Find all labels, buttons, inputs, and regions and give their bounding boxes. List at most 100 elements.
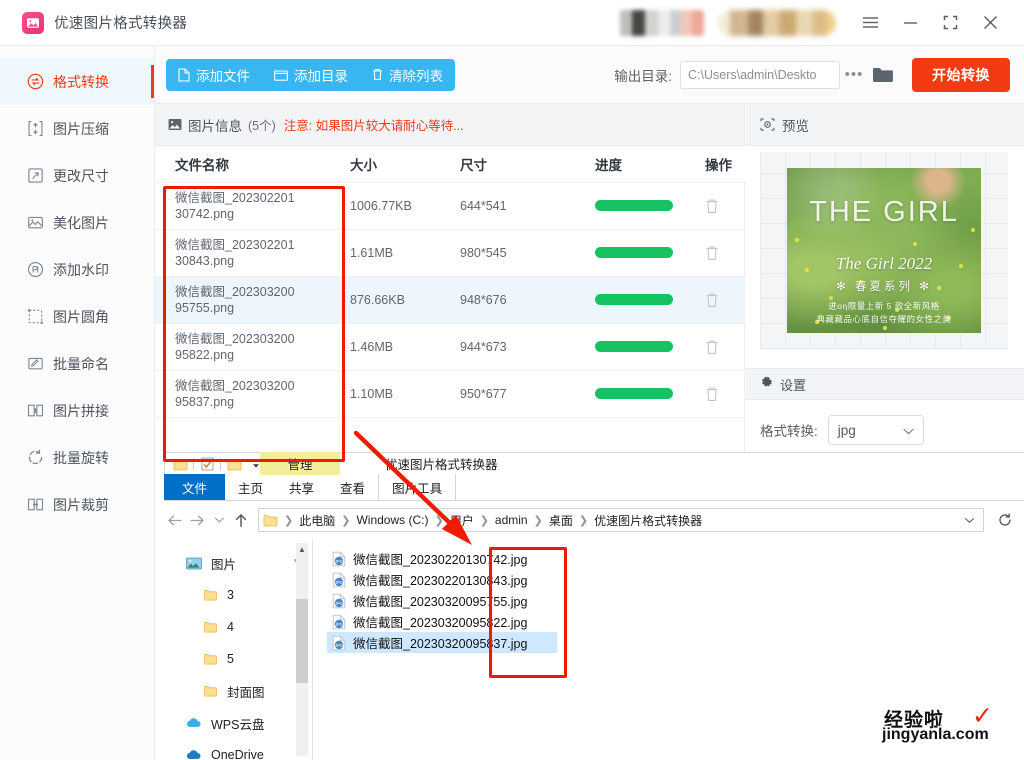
file-name-text: 微信截图_20230220130843.png xyxy=(175,237,295,268)
list-item[interactable]: JPG 微信截图_20230320095755.jpg xyxy=(327,590,557,611)
nav-item-folder-3[interactable]: 3 xyxy=(164,579,312,611)
format-select[interactable]: jpg xyxy=(827,415,924,445)
preview-headline: THE GIRL xyxy=(809,196,959,228)
merge-icon xyxy=(26,402,44,420)
table-row[interactable]: 微信截图_20230320095837.png 1.10MB 950*677 xyxy=(155,370,745,418)
breadcrumb-users[interactable]: 用户 xyxy=(448,512,476,529)
nav-item-label: 4 xyxy=(227,620,234,634)
cell-size: 1.10MB xyxy=(330,370,440,418)
breadcrumb-windows-c[interactable]: Windows (C:) xyxy=(354,513,430,527)
start-convert-button[interactable]: 开始转换 xyxy=(912,57,1010,92)
maximize-icon[interactable] xyxy=(930,6,970,40)
preview-title: 预览 xyxy=(782,118,809,134)
watermark-icon xyxy=(26,261,44,279)
explorer-file-list: JPG 微信截图_20230220130742.jpg JPG 微信截图_202… xyxy=(313,539,1024,760)
tab-picture-tools[interactable]: 图片工具 xyxy=(378,474,457,500)
nav-item-folder-cover[interactable]: 封面图 xyxy=(164,675,312,707)
nav-item-pictures[interactable]: 图片 xyxy=(164,547,312,579)
output-directory-input[interactable]: C:\Users\admin\Deskto xyxy=(680,60,840,89)
refresh-icon[interactable] xyxy=(994,508,1016,532)
delete-row-icon[interactable] xyxy=(705,245,745,261)
sidebar-item-label: 格式转换 xyxy=(53,73,109,90)
cell-action xyxy=(685,229,745,277)
scroll-up-arrow-icon[interactable]: ▲ xyxy=(296,543,308,555)
tab-home[interactable]: 主页 xyxy=(225,474,276,500)
sidebar-item-label: 图片圆角 xyxy=(53,308,109,325)
explorer-file-name: 微信截图_20230320095822.jpg xyxy=(353,616,528,630)
folder-icon[interactable] xyxy=(169,454,191,474)
minimize-icon[interactable] xyxy=(890,6,930,40)
nav-item-label: OneDrive xyxy=(211,748,264,760)
delete-row-icon[interactable] xyxy=(705,292,745,308)
table-row[interactable]: 微信截图_20230320095755.png 876.66KB 948*676 xyxy=(155,276,745,324)
delete-row-icon[interactable] xyxy=(705,386,745,402)
add-file-button[interactable]: 添加文件 xyxy=(166,59,262,91)
main-toolbar: 添加文件 添加目录 清除列表 输出目录: C:\Users\admin\Desk… xyxy=(155,46,1024,104)
back-arrow-icon[interactable] xyxy=(164,508,186,532)
breadcrumb-this-pc[interactable]: 此电脑 xyxy=(297,512,337,529)
folder-open-icon[interactable] xyxy=(868,66,898,84)
up-arrow-icon[interactable] xyxy=(230,508,252,532)
add-folder-button[interactable]: 添加目录 xyxy=(262,59,360,91)
list-item[interactable]: JPG 微信截图_20230220130843.jpg xyxy=(327,569,557,590)
clear-list-button[interactable]: 清除列表 xyxy=(360,59,455,91)
table-row[interactable]: 微信截图_20230320095822.png 1.46MB 944*673 xyxy=(155,323,745,371)
settings-body: 格式转换: jpg xyxy=(746,400,1024,460)
list-item[interactable]: JPG 微信截图_20230220130742.jpg xyxy=(327,548,557,569)
round-corner-icon xyxy=(26,308,44,326)
close-icon[interactable] xyxy=(970,6,1010,40)
table-row[interactable]: 微信截图_20230220130843.png 1.61MB 980*545 xyxy=(155,229,745,277)
sidebar-item-watermark[interactable]: 添加水印 xyxy=(0,246,154,293)
nav-pane-scrollbar[interactable]: ▲ xyxy=(296,543,308,756)
sidebar-item-merge[interactable]: 图片拼接 xyxy=(0,387,154,434)
address-path-input[interactable]: ❯ 此电脑 ❯ Windows (C:) ❯ 用户 ❯ admin ❯ 桌面 ❯… xyxy=(258,508,984,532)
recent-dropdown-icon[interactable] xyxy=(208,508,230,532)
delete-row-icon[interactable] xyxy=(705,198,745,214)
file-list-panel: 图片信息 (5个) 注意: 如果图片较大请耐心等待... 文件名称 大小 尺寸 … xyxy=(155,104,745,460)
crop-icon xyxy=(26,496,44,514)
nav-item-onedrive[interactable]: OneDrive xyxy=(164,739,312,760)
pictures-icon xyxy=(186,555,202,571)
nav-item-folder-5[interactable]: 5 xyxy=(164,643,312,675)
cell-progress xyxy=(575,276,685,324)
sidebar-item-rotate[interactable]: 批量旋转 xyxy=(0,434,154,481)
svg-text:JPG: JPG xyxy=(335,621,343,626)
list-item[interactable]: JPG 微信截图_20230320095837.jpg xyxy=(327,632,557,653)
breadcrumb-admin[interactable]: admin xyxy=(493,513,530,527)
sidebar-item-crop[interactable]: 图片裁剪 xyxy=(0,481,154,528)
ellipsis-icon[interactable]: ••• xyxy=(840,66,868,83)
tab-view[interactable]: 查看 xyxy=(327,474,378,500)
add-folder-label: 添加目录 xyxy=(294,68,348,84)
jpg-file-icon: JPG xyxy=(331,572,347,588)
tab-share[interactable]: 共享 xyxy=(276,474,327,500)
forward-arrow-icon[interactable] xyxy=(186,508,208,532)
tab-file[interactable]: 文件 xyxy=(164,474,226,500)
delete-row-icon[interactable] xyxy=(705,339,745,355)
new-folder-icon[interactable] xyxy=(223,454,245,474)
breadcrumb-desktop[interactable]: 桌面 xyxy=(547,512,575,529)
jpg-file-icon: JPG xyxy=(331,635,347,651)
address-chevron-down-icon[interactable] xyxy=(964,517,975,524)
sidebar-item-round-corner[interactable]: 图片圆角 xyxy=(0,293,154,340)
sidebar-item-compress[interactable]: 图片压缩 xyxy=(0,105,154,152)
properties-icon[interactable] xyxy=(196,454,218,474)
cell-action xyxy=(685,370,745,418)
cell-size: 876.66KB xyxy=(330,276,440,324)
folder-icon xyxy=(202,651,218,667)
app-window: 优速图片格式转换器 添加文件 添加目录 清除列表 输出目录: C:\Users\… xyxy=(0,0,1024,760)
breadcrumb-current-folder[interactable]: 优速图片格式转换器 xyxy=(592,512,704,529)
preview-body-line-1: 进οη限量上新 5 款全新风格 xyxy=(828,301,940,311)
sidebar-item-rename[interactable]: 批量命名 xyxy=(0,340,154,387)
sidebar-item-beautify[interactable]: 美化图片 xyxy=(0,199,154,246)
explorer-file-name: 微信截图_20230220130843.jpg xyxy=(353,574,528,588)
nav-item-wps-cloud[interactable]: WPS云盘 xyxy=(164,707,312,739)
chevron-down-icon xyxy=(903,423,914,438)
hamburger-menu-icon[interactable] xyxy=(850,6,890,40)
table-row[interactable]: 微信截图_20230220130742.png 1006.77KB 644*54… xyxy=(155,182,745,230)
list-item[interactable]: JPG 微信截图_20230320095822.jpg xyxy=(327,611,557,632)
nav-item-folder-4[interactable]: 4 xyxy=(164,611,312,643)
sidebar-item-format-convert[interactable]: 格式转换 xyxy=(0,58,154,105)
sidebar-item-resize[interactable]: 更改尺寸 xyxy=(0,152,154,199)
beautify-icon xyxy=(26,214,44,232)
scrollbar-thumb[interactable] xyxy=(296,599,308,683)
